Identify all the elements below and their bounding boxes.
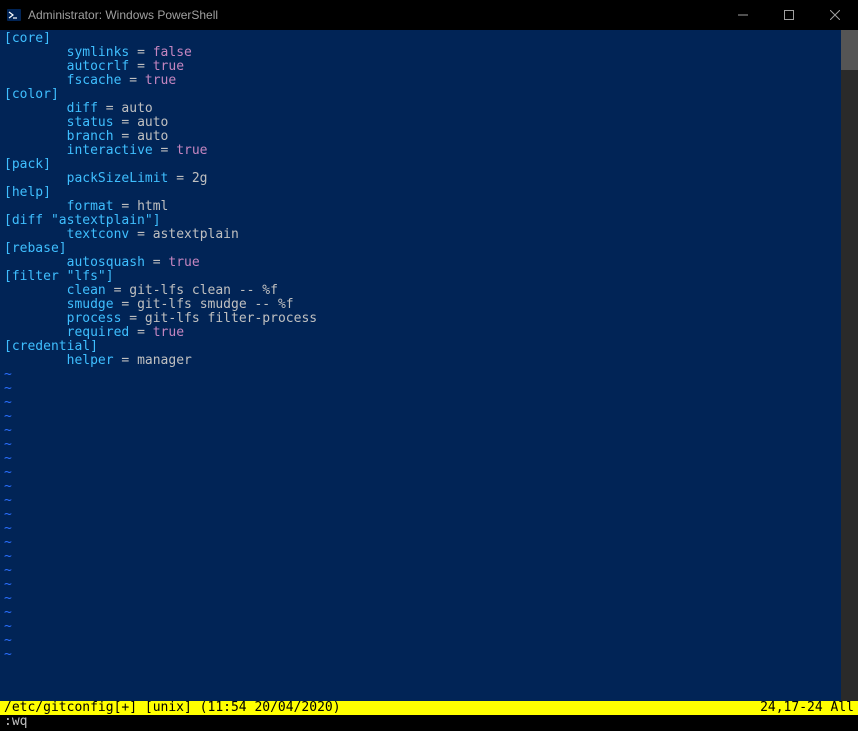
terminal-line: [filter "lfs"] — [4, 270, 841, 284]
terminal-line: fscache = true — [4, 74, 841, 88]
terminal-line: [core] — [4, 32, 841, 46]
terminal-line: helper = manager — [4, 354, 841, 368]
terminal-line: ~ — [4, 508, 841, 522]
status-left: /etc/gitconfig[+] [unix] (11:54 20/04/20… — [4, 701, 760, 715]
terminal-line: ~ — [4, 550, 841, 564]
client-area: [core] symlinks = false autocrlf = true … — [0, 30, 858, 701]
terminal-line: format = html — [4, 200, 841, 214]
status-right: 24,17-24 All — [760, 701, 854, 715]
terminal-line: ~ — [4, 494, 841, 508]
terminal-line: branch = auto — [4, 130, 841, 144]
close-button[interactable] — [812, 0, 858, 30]
vim-command-line[interactable]: :wq — [0, 715, 858, 731]
terminal-line: autocrlf = true — [4, 60, 841, 74]
terminal-line: ~ — [4, 522, 841, 536]
powershell-icon — [6, 7, 22, 23]
terminal-output[interactable]: [core] symlinks = false autocrlf = true … — [0, 30, 841, 701]
terminal-line: ~ — [4, 452, 841, 466]
title-bar: Administrator: Windows PowerShell — [0, 0, 858, 30]
scrollbar-thumb[interactable] — [841, 30, 858, 70]
terminal-line: ~ — [4, 438, 841, 452]
terminal-line: symlinks = false — [4, 46, 841, 60]
terminal-line: [credential] — [4, 340, 841, 354]
terminal-line: ~ — [4, 480, 841, 494]
vertical-scrollbar[interactable] — [841, 30, 858, 701]
terminal-line: clean = git-lfs clean -- %f — [4, 284, 841, 298]
terminal-line: ~ — [4, 578, 841, 592]
terminal-line: [diff "astextplain"] — [4, 214, 841, 228]
terminal-line: textconv = astextplain — [4, 228, 841, 242]
terminal-line: ~ — [4, 536, 841, 550]
terminal-line: ~ — [4, 410, 841, 424]
terminal-line: autosquash = true — [4, 256, 841, 270]
terminal-line: packSizeLimit = 2g — [4, 172, 841, 186]
terminal-line: [help] — [4, 186, 841, 200]
vim-status-bar: /etc/gitconfig[+] [unix] (11:54 20/04/20… — [0, 701, 858, 715]
terminal-line: process = git-lfs filter-process — [4, 312, 841, 326]
terminal-line: required = true — [4, 326, 841, 340]
terminal-line: ~ — [4, 606, 841, 620]
terminal-line: status = auto — [4, 116, 841, 130]
terminal-line: [color] — [4, 88, 841, 102]
minimize-button[interactable] — [720, 0, 766, 30]
terminal-line: diff = auto — [4, 102, 841, 116]
terminal-line: interactive = true — [4, 144, 841, 158]
maximize-button[interactable] — [766, 0, 812, 30]
terminal-line: ~ — [4, 648, 841, 662]
terminal-line: ~ — [4, 466, 841, 480]
terminal-line: ~ — [4, 368, 841, 382]
terminal-line: ~ — [4, 564, 841, 578]
terminal-line: ~ — [4, 620, 841, 634]
terminal-line: [pack] — [4, 158, 841, 172]
terminal-line: ~ — [4, 396, 841, 410]
terminal-line: ~ — [4, 424, 841, 438]
terminal-line: [rebase] — [4, 242, 841, 256]
command-text: :wq — [4, 714, 27, 729]
terminal-line: ~ — [4, 382, 841, 396]
terminal-line: ~ — [4, 634, 841, 648]
terminal-line: ~ — [4, 592, 841, 606]
terminal-line: smudge = git-lfs smudge -- %f — [4, 298, 841, 312]
window-title: Administrator: Windows PowerShell — [28, 8, 720, 22]
